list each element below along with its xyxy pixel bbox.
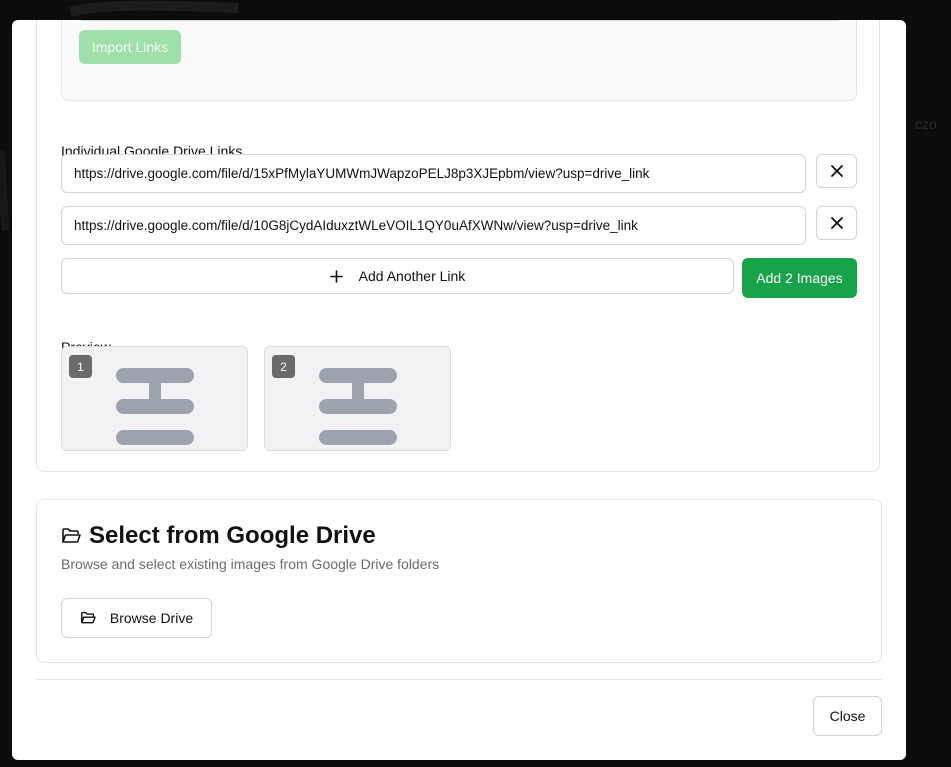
- preview-thumbnail-1: 1: [61, 346, 248, 451]
- drive-section-subtitle: Browse and select existing images from G…: [61, 556, 440, 572]
- browse-drive-label: Browse Drive: [109, 610, 194, 626]
- drive-link-input-1[interactable]: [61, 154, 806, 193]
- import-links-button[interactable]: Import Links: [79, 30, 181, 64]
- add-another-link-button[interactable]: Add Another Link: [61, 258, 734, 294]
- image-placeholder-icon: [319, 368, 397, 445]
- folder-open-icon: [61, 527, 81, 545]
- add-images-button[interactable]: Add 2 Images: [742, 258, 857, 298]
- drive-link-input-2[interactable]: [61, 206, 806, 245]
- backdrop-text: czo: [915, 116, 937, 132]
- image-placeholder-icon: [116, 368, 194, 445]
- plus-icon: [329, 269, 343, 283]
- bulk-links-textarea[interactable]: [78, 20, 842, 21]
- drive-section-title: Select from Google Drive: [61, 522, 376, 550]
- folder-open-icon: [80, 611, 96, 625]
- close-button[interactable]: Close: [813, 696, 882, 736]
- preview-index-badge: 1: [69, 355, 92, 378]
- add-another-link-label: Add Another Link: [358, 268, 466, 284]
- drive-title-text: Select from Google Drive: [89, 522, 376, 549]
- drive-links-card: Import Links Individual Google Drive Lin…: [36, 20, 880, 472]
- x-icon: [830, 165, 843, 177]
- remove-link-button-2[interactable]: [816, 206, 857, 240]
- select-from-drive-card: Select from Google Drive Browse and sele…: [36, 499, 882, 663]
- browse-drive-button[interactable]: Browse Drive: [61, 598, 212, 638]
- footer-divider: [36, 679, 882, 680]
- preview-thumbnail-2: 2: [264, 346, 451, 451]
- x-icon: [830, 217, 843, 229]
- remove-link-button-1[interactable]: [816, 154, 857, 188]
- bulk-import-box: Import Links: [61, 20, 857, 101]
- drive-import-modal: Import Links Individual Google Drive Lin…: [12, 20, 906, 760]
- preview-index-badge: 2: [272, 355, 295, 378]
